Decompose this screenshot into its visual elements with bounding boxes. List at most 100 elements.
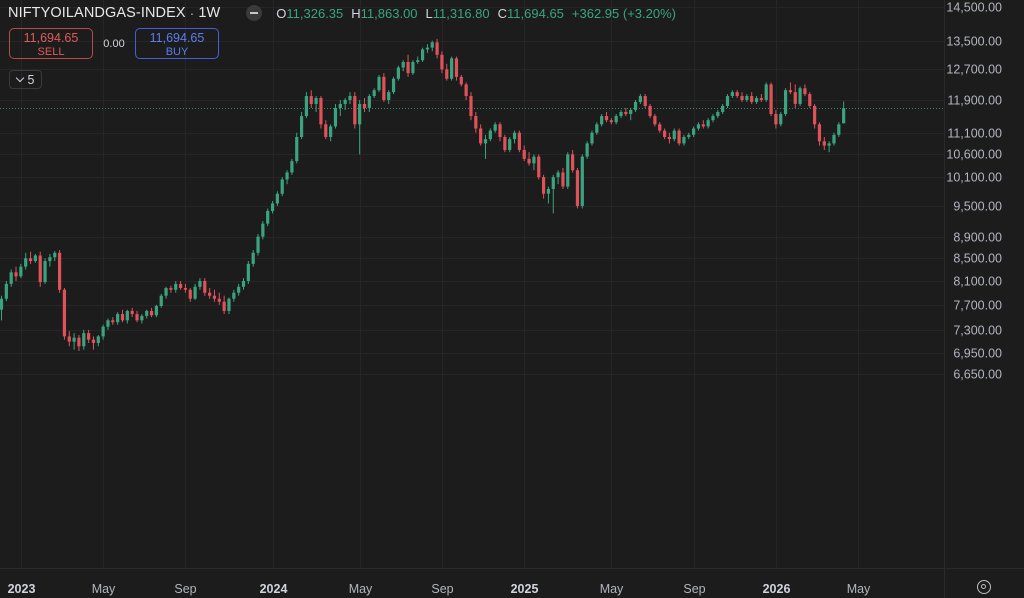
candle-body xyxy=(396,67,400,79)
candle xyxy=(203,278,207,296)
candle xyxy=(348,92,352,104)
time-tick-label: May xyxy=(600,582,624,596)
candle xyxy=(309,90,313,108)
candle xyxy=(319,96,323,129)
candle-body xyxy=(246,263,250,281)
candle-body xyxy=(140,315,144,321)
candle-body xyxy=(541,177,546,194)
spread-value: 0.00 xyxy=(103,37,125,50)
interval-label[interactable]: 1W xyxy=(198,5,220,21)
candle xyxy=(159,293,163,308)
candle xyxy=(711,114,715,123)
candle xyxy=(198,278,202,290)
candle-body xyxy=(33,255,37,262)
candle-body xyxy=(67,336,71,342)
candle-body xyxy=(314,98,318,104)
candle xyxy=(96,335,100,347)
time-tick-label: May xyxy=(847,582,871,596)
candle xyxy=(0,295,4,321)
time-tick-label: 2024 xyxy=(260,582,288,596)
candle xyxy=(629,107,633,121)
sell-button[interactable]: 11,694.65 SELL xyxy=(9,28,93,59)
candlestick-chart[interactable]: 14,500.00 13,500.00 12,700.00 11,900.00 11,1… xyxy=(0,0,1024,598)
candle xyxy=(580,154,584,209)
candle-body xyxy=(450,58,454,79)
candle xyxy=(619,109,623,119)
candle xyxy=(474,111,478,133)
candle-body xyxy=(774,114,778,125)
candle xyxy=(183,283,188,293)
candle-body xyxy=(783,90,788,115)
candle xyxy=(541,174,546,199)
candle xyxy=(188,287,192,302)
candle xyxy=(174,280,178,293)
candle-body xyxy=(309,96,313,104)
candle-body xyxy=(9,272,13,284)
open-label: O xyxy=(276,5,287,21)
candle-body xyxy=(604,116,609,121)
price-tick-label: 6,950.00 xyxy=(953,347,1002,361)
candle xyxy=(24,252,28,270)
candle xyxy=(33,253,37,263)
candle-body xyxy=(362,103,367,108)
candle xyxy=(575,167,580,209)
candle-body xyxy=(159,295,163,307)
price-tick-label: 8,100.00 xyxy=(953,275,1002,289)
candle xyxy=(333,103,338,129)
candle xyxy=(764,82,768,102)
indicators-toggle-button[interactable]: 5 xyxy=(9,70,42,89)
candle-body xyxy=(411,62,415,74)
candle-body xyxy=(842,108,846,124)
price-axis[interactable]: 14,500.00 13,500.00 12,700.00 11,900.00 11,1… xyxy=(944,0,1003,598)
candle-body xyxy=(498,124,502,137)
candle xyxy=(9,269,13,287)
candle xyxy=(222,295,226,315)
candle-body xyxy=(212,295,217,299)
candle-body xyxy=(343,99,347,104)
price-tick-label: 8,900.00 xyxy=(953,231,1002,245)
candle-body xyxy=(648,105,652,117)
candle-body xyxy=(43,261,47,283)
chevron-down-icon xyxy=(15,73,24,82)
candle-body xyxy=(135,314,139,321)
candle xyxy=(4,280,8,302)
candle xyxy=(662,128,667,140)
candle-body xyxy=(600,116,604,125)
eye-icon[interactable] xyxy=(246,5,263,21)
candle xyxy=(377,74,381,93)
candle xyxy=(716,109,720,119)
candle xyxy=(304,92,309,119)
close-label: C xyxy=(497,5,508,21)
candle xyxy=(750,92,754,104)
candle xyxy=(706,118,710,129)
candle xyxy=(430,40,434,52)
candle-body xyxy=(706,120,710,127)
candle-body xyxy=(566,154,570,187)
candle-body xyxy=(614,116,618,123)
open-value: 11,326.35 xyxy=(286,5,344,21)
candle xyxy=(633,99,638,112)
candle xyxy=(212,289,217,302)
candle xyxy=(493,122,497,133)
candle-body xyxy=(401,62,405,68)
candle-body xyxy=(232,292,236,299)
candle-body xyxy=(508,139,512,150)
symbol-name[interactable]: NIFTYOILANDGAS-INDEX xyxy=(8,5,186,21)
candle xyxy=(232,289,236,302)
time-axis[interactable]: 2023 May Sep 2024 May Sep 2025 May Sep 2026 May xyxy=(0,568,1024,597)
candle-body xyxy=(503,136,507,150)
change-value: +362.95 (+3.20%) xyxy=(571,5,676,21)
candle xyxy=(793,84,797,108)
candle-body xyxy=(149,310,154,316)
candle-body xyxy=(667,136,672,140)
candle-body xyxy=(750,96,754,102)
settings-icon[interactable] xyxy=(977,580,991,594)
candle xyxy=(638,94,642,104)
candle-body xyxy=(416,60,420,63)
buy-button[interactable]: 11,694.65 BUY xyxy=(135,28,219,59)
candle xyxy=(483,134,488,159)
candle-body xyxy=(609,120,613,123)
candle-body xyxy=(469,96,473,117)
candle xyxy=(488,128,492,142)
candle xyxy=(590,130,594,146)
